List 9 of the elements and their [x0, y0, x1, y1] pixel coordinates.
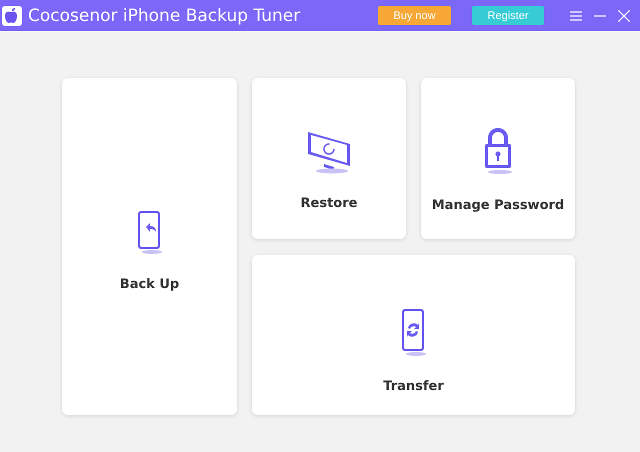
window-title: Cocosenor iPhone Backup Tuner [28, 6, 300, 26]
back-up-card[interactable]: Back Up [62, 78, 237, 415]
app-logo-icon [2, 6, 22, 26]
menu-icon[interactable] [570, 10, 582, 20]
close-icon[interactable] [618, 10, 630, 22]
transfer-card[interactable]: Transfer [252, 255, 575, 415]
restore-card[interactable]: Restore [252, 78, 406, 239]
minimize-icon[interactable] [594, 14, 606, 16]
manage-password-card[interactable]: Manage Password [421, 78, 575, 239]
